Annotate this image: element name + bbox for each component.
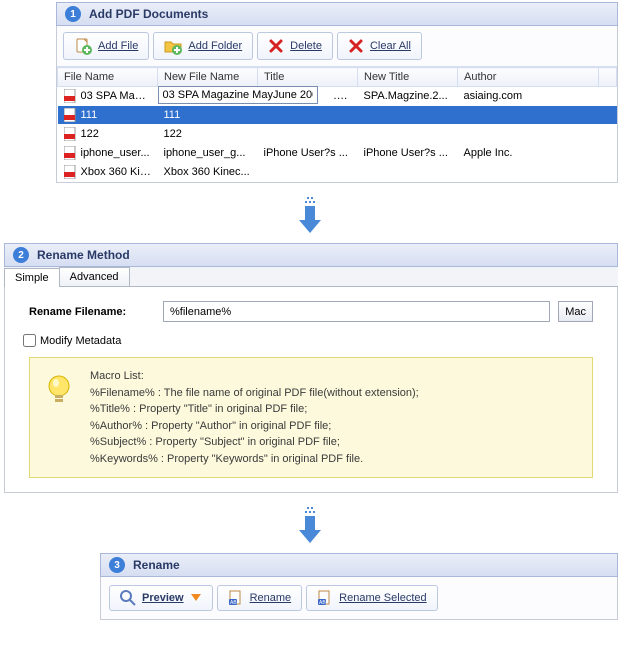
step2-header: 2 Rename Method xyxy=(4,243,618,267)
cell-new-file-name: 122 xyxy=(158,125,258,144)
arrow-down-icon xyxy=(295,507,325,547)
col-spacer xyxy=(599,68,617,87)
col-author[interactable]: Author xyxy=(458,68,599,87)
flow-arrow-1 xyxy=(0,189,620,243)
macro-button[interactable]: Mac xyxy=(558,301,593,322)
col-file-name[interactable]: File Name xyxy=(58,68,158,87)
cell-new-title xyxy=(358,106,458,125)
table-row[interactable]: Xbox 360 Kin... Xbox 360 Kinec... xyxy=(58,163,617,182)
step1-title: Add PDF Documents xyxy=(89,7,208,21)
step3-header: 3 Rename xyxy=(100,553,618,577)
table-row[interactable]: 03 SPA Maga... x .2... SPA.Magzine.2... … xyxy=(58,87,617,106)
method-tabs: Simple Advanced xyxy=(4,267,618,287)
pdf-icon xyxy=(64,165,77,179)
rename-icon: AB xyxy=(228,590,244,606)
step-badge-2: 2 xyxy=(13,247,29,263)
step3-toolbar: Preview AB Rename AB Rename Selected xyxy=(101,577,617,619)
cell-file-name: iphone_user... xyxy=(81,147,150,159)
step3-title: Rename xyxy=(133,558,180,572)
pdf-icon xyxy=(64,108,77,122)
tab-simple[interactable]: Simple xyxy=(4,268,60,287)
cell-new-file-name: Xbox 360 Kinec... xyxy=(158,163,258,182)
rename-button[interactable]: AB Rename xyxy=(217,585,303,611)
rename-filename-label: Rename Filename: xyxy=(29,306,155,318)
clear-all-button[interactable]: Clear All xyxy=(337,32,422,60)
rename-selected-label: Rename Selected xyxy=(339,592,426,604)
documents-table: File Name New File Name Title New Title … xyxy=(57,67,617,182)
lightbulb-icon xyxy=(44,374,74,408)
svg-text:AB: AB xyxy=(319,600,326,606)
col-new-title[interactable]: New Title xyxy=(358,68,458,87)
cell-new-title: iPhone User?s ... xyxy=(358,144,458,163)
cell-new-title: SPA.Magzine.2... xyxy=(358,87,458,106)
rename-label: Rename xyxy=(250,592,292,604)
table-header-row: File Name New File Name Title New Title … xyxy=(58,68,617,87)
magnifier-icon xyxy=(120,590,136,606)
dropdown-triangle-icon xyxy=(190,593,202,603)
step1-header: 1 Add PDF Documents xyxy=(56,2,618,26)
preview-button[interactable]: Preview xyxy=(109,585,213,611)
tab-advanced[interactable]: Advanced xyxy=(59,267,130,286)
macro-help-box: Macro List: %Filename% : The file name o… xyxy=(29,357,593,478)
col-new-file-name[interactable]: New File Name xyxy=(158,68,258,87)
cell-file-name: Xbox 360 Kin... xyxy=(81,166,156,178)
cell-author: Apple Inc. xyxy=(458,144,599,163)
table-row[interactable]: iphone_user... iphone_user_g... iPhone U… xyxy=(58,144,617,163)
modify-metadata-checkbox[interactable] xyxy=(23,334,36,347)
delete-button[interactable]: Delete xyxy=(257,32,333,60)
svg-text:AB: AB xyxy=(230,600,237,606)
step1-toolbar: Add File Add Folder Delete Clear All xyxy=(57,26,617,67)
clear-all-icon xyxy=(348,38,364,54)
cell-author: asiaing.com xyxy=(458,87,599,106)
cell-file-name: 111 xyxy=(81,109,98,121)
table-row[interactable]: 122 122 xyxy=(58,125,617,144)
pdf-icon xyxy=(64,127,77,141)
cell-title xyxy=(258,106,358,125)
add-folder-button[interactable]: Add Folder xyxy=(153,32,253,60)
modify-metadata-label: Modify Metadata xyxy=(40,335,121,347)
rename-selected-icon: AB xyxy=(317,590,333,606)
clear-all-label: Clear All xyxy=(370,40,411,52)
step-badge-1: 1 xyxy=(65,6,81,22)
cell-file-name: 03 SPA Maga... xyxy=(81,90,157,102)
add-folder-label: Add Folder xyxy=(188,40,242,52)
rename-filename-input[interactable] xyxy=(163,301,550,322)
table-row[interactable]: 111 111 xyxy=(58,106,617,125)
add-file-button[interactable]: Add File xyxy=(63,32,149,60)
new-file-name-edit-input[interactable] xyxy=(158,86,318,104)
add-file-icon xyxy=(74,37,92,55)
pdf-icon xyxy=(64,89,77,103)
add-file-label: Add File xyxy=(98,40,138,52)
cell-new-file-name: iphone_user_g... xyxy=(158,144,258,163)
arrow-down-icon xyxy=(295,197,325,237)
cell-author xyxy=(458,106,599,125)
macro-help-text: Macro List: %Filename% : The file name o… xyxy=(90,368,419,467)
delete-label: Delete xyxy=(290,40,322,52)
col-title[interactable]: Title xyxy=(258,68,358,87)
rename-selected-button[interactable]: AB Rename Selected xyxy=(306,585,437,611)
step2-title: Rename Method xyxy=(37,248,130,262)
step-badge-3: 3 xyxy=(109,557,125,573)
cell-file-name: 122 xyxy=(81,128,99,140)
flow-arrow-2 xyxy=(0,499,620,553)
cell-new-file-name: 111 xyxy=(158,106,258,125)
cell-title: iPhone User?s ... xyxy=(258,144,358,163)
pdf-icon xyxy=(64,146,77,160)
preview-label: Preview xyxy=(142,592,184,604)
add-folder-icon xyxy=(164,37,182,55)
delete-icon xyxy=(268,38,284,54)
